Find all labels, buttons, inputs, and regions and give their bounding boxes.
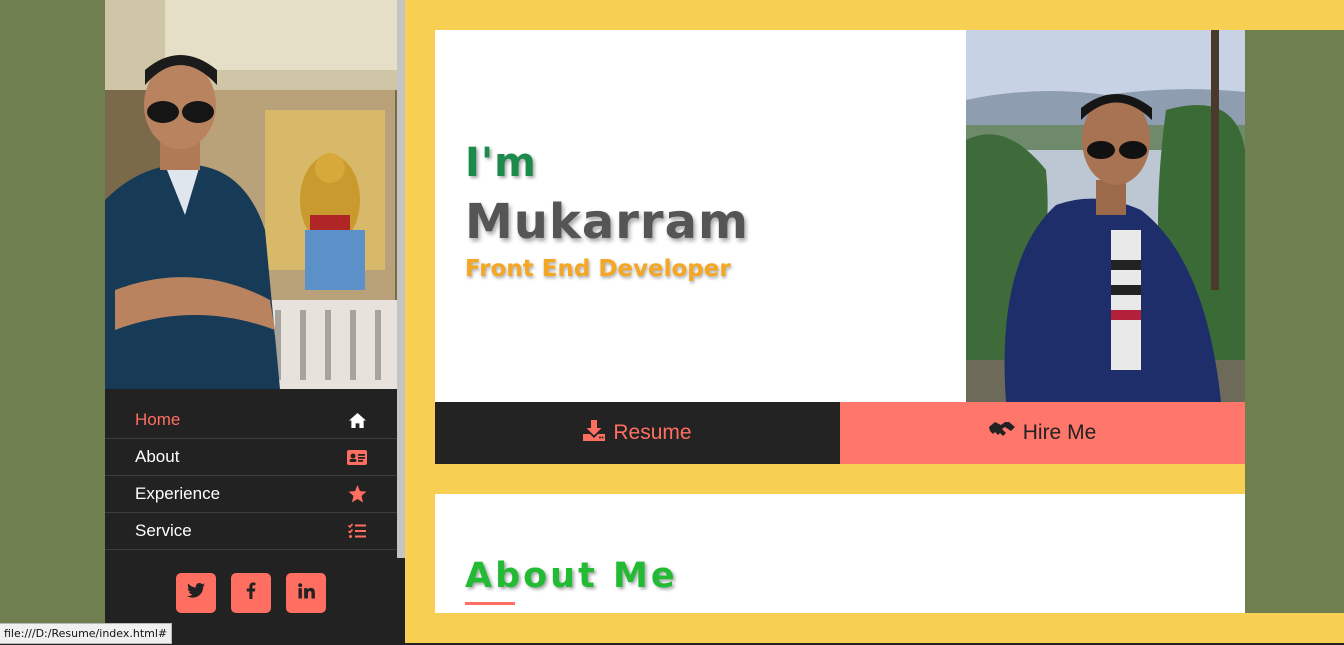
sidebar-item-experience[interactable]: Experience <box>105 476 397 513</box>
linkedin-button[interactable] <box>286 573 326 613</box>
about-section: About Me <box>435 494 1245 613</box>
list-check-icon <box>347 521 367 541</box>
facebook-icon <box>246 582 256 604</box>
home-icon <box>347 410 367 430</box>
download-icon <box>583 419 606 447</box>
facebook-button[interactable] <box>231 573 271 613</box>
hero-name: Mukarram <box>465 194 749 250</box>
hero-greeting: I'm <box>465 140 537 186</box>
hero-text: I'm Mukarram Front End Developer <box>465 140 749 282</box>
social-links <box>105 573 397 613</box>
resume-label: Resume <box>613 421 692 444</box>
linkedin-icon <box>297 582 315 604</box>
sidebar-nav: Home About Experience Service <box>105 402 397 550</box>
star-icon <box>347 484 367 504</box>
main-content: I'm Mukarram Front End Developer Resume … <box>405 0 1344 645</box>
profile-photo <box>105 0 397 389</box>
browser-status-bar: file:///D:/Resume/index.html# <box>0 623 173 644</box>
resume-button[interactable]: Resume <box>435 402 840 464</box>
id-card-icon <box>347 447 367 467</box>
hero-role: Front End Developer <box>465 256 731 282</box>
sidebar-item-label: Service <box>135 521 192 540</box>
main-side-panel <box>1245 30 1344 613</box>
handshake-icon <box>988 421 1015 445</box>
action-bar: Resume Hire Me <box>435 402 1245 464</box>
hire-me-button[interactable]: Hire Me <box>840 402 1245 464</box>
twitter-icon <box>187 583 205 603</box>
sidebar-item-home[interactable]: Home <box>105 402 397 439</box>
twitter-button[interactable] <box>176 573 216 613</box>
sidebar-item-service[interactable]: Service <box>105 513 397 550</box>
sidebar: Home About Experience Service <box>105 0 405 645</box>
sidebar-item-about[interactable]: About <box>105 439 397 476</box>
about-title: About Me <box>465 556 678 596</box>
sidebar-scrollbar[interactable] <box>397 0 405 558</box>
hire-me-label: Hire Me <box>1022 421 1097 444</box>
hero-section: I'm Mukarram Front End Developer <box>435 30 1245 402</box>
sidebar-item-label: Experience <box>135 484 221 503</box>
hero-photo <box>966 30 1245 402</box>
about-title-underline <box>465 602 515 605</box>
sidebar-item-label: About <box>135 447 180 466</box>
sidebar-item-label: Home <box>135 410 181 429</box>
